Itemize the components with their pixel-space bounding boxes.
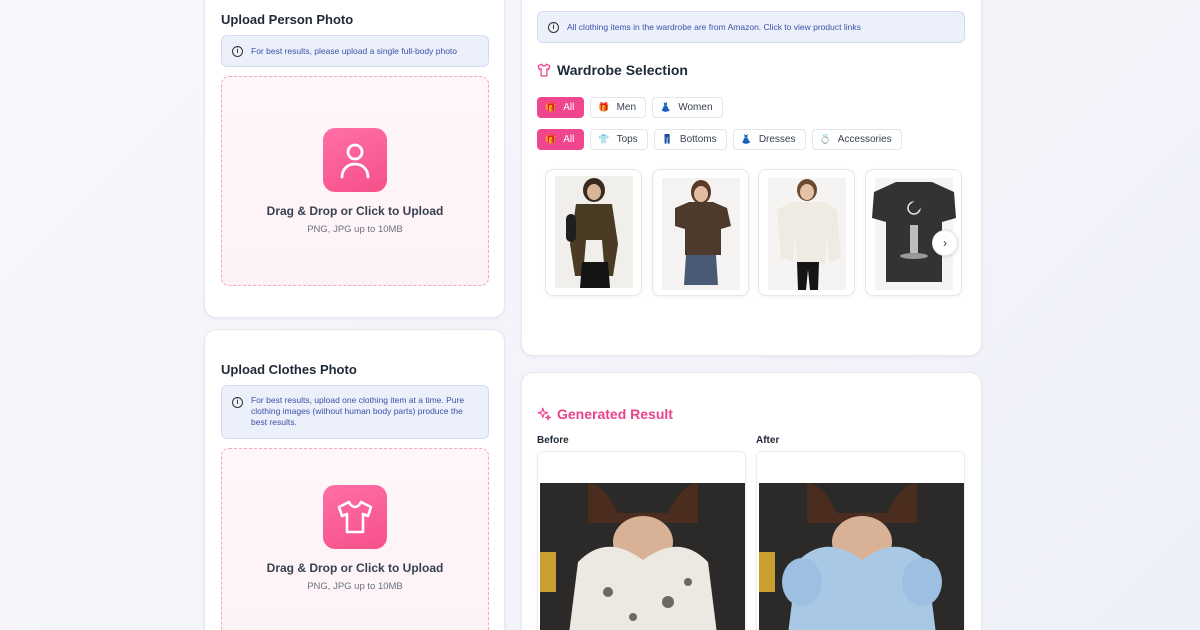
- result-title-text: Generated Result: [557, 406, 673, 422]
- product-image: [662, 178, 740, 290]
- clothes-drop-sub: PNG, JPG up to 10MB: [307, 581, 403, 592]
- after-label: After: [756, 435, 780, 446]
- category-filter-accessories[interactable]: 💍 Accessories: [811, 129, 902, 150]
- shirt-icon: 👕: [598, 134, 610, 144]
- info-icon: i: [232, 46, 243, 57]
- gender-filter-men[interactable]: 🎁 Men: [590, 97, 647, 118]
- product-image: [768, 178, 846, 290]
- person-drop-sub: PNG, JPG up to 10MB: [307, 223, 403, 235]
- clothes-upload-info: i For best results, upload one clothing …: [221, 385, 489, 439]
- category-filter-dresses[interactable]: 👗 Dresses: [732, 129, 806, 150]
- shirt-icon: [537, 63, 551, 77]
- info-icon: i: [548, 22, 559, 33]
- product-card-brown-tee[interactable]: [652, 169, 749, 296]
- ring-icon: 💍: [819, 134, 831, 144]
- product-card-olive-top[interactable]: [545, 169, 642, 296]
- clothes-upload-info-text: For best results, upload one clothing it…: [251, 395, 465, 427]
- product-card-white-sweater[interactable]: [758, 169, 855, 296]
- info-icon: i: [232, 397, 243, 408]
- before-image-frame: [537, 451, 746, 630]
- wardrobe-notice: i All clothing items in the wardrobe are…: [537, 11, 965, 43]
- wardrobe-notice-text: All clothing items in the wardrobe are f…: [567, 22, 861, 32]
- person-drop-title: Drag & Drop or Click to Upload: [266, 203, 444, 218]
- category-filter-tops[interactable]: 👕 Tops: [590, 129, 648, 150]
- chevron-right-icon: ›: [943, 236, 947, 250]
- person-icon: [323, 127, 387, 192]
- after-image-frame: [756, 451, 965, 630]
- clothes-dropzone[interactable]: Drag & Drop or Click to Upload PNG, JPG …: [221, 448, 489, 630]
- after-image: [757, 452, 964, 630]
- gift-icon: 🎁: [545, 134, 557, 144]
- gender-filter-row: 🎁 All 🎁 Men 👗 Women: [537, 97, 723, 118]
- product-image: [555, 176, 633, 288]
- category-filter-row: 🎁 All 👕 Tops 👖 Bottoms 👗 Dresses 💍 Accessorie…: [537, 129, 902, 150]
- sparkle-icon: [537, 407, 551, 421]
- person-upload-info: i For best results, please upload a sing…: [221, 35, 489, 67]
- gender-filter-all[interactable]: 🎁 All: [537, 97, 585, 118]
- clothes-drop-title: Drag & Drop or Click to Upload: [266, 561, 444, 575]
- wardrobe-title: Wardrobe Selection: [537, 62, 688, 78]
- jeans-icon: 👖: [661, 134, 673, 144]
- category-filter-bottoms[interactable]: 👖 Bottoms: [653, 129, 727, 150]
- result-title: Generated Result: [537, 406, 673, 422]
- gender-filter-women[interactable]: 👗 Women: [652, 97, 723, 118]
- gift-icon: 🎁: [545, 102, 557, 112]
- person-upload-title: Upload Person Photo: [221, 12, 354, 27]
- dress-icon: 👗: [740, 134, 752, 144]
- wardrobe-title-text: Wardrobe Selection: [557, 62, 688, 78]
- dress-icon: 👗: [660, 102, 672, 112]
- clothes-upload-title: Upload Clothes Photo: [221, 362, 357, 377]
- shirt-icon: [323, 485, 387, 549]
- before-label: Before: [537, 435, 569, 446]
- person-upload-info-text: For best results, please upload a single…: [251, 46, 458, 56]
- carousel-next-button[interactable]: ›: [932, 230, 958, 256]
- before-image: [538, 452, 745, 630]
- category-filter-all[interactable]: 🎁 All: [537, 129, 585, 150]
- gift-icon: 🎁: [598, 102, 610, 112]
- person-dropzone[interactable]: Drag & Drop or Click to Upload PNG, JPG …: [221, 76, 489, 286]
